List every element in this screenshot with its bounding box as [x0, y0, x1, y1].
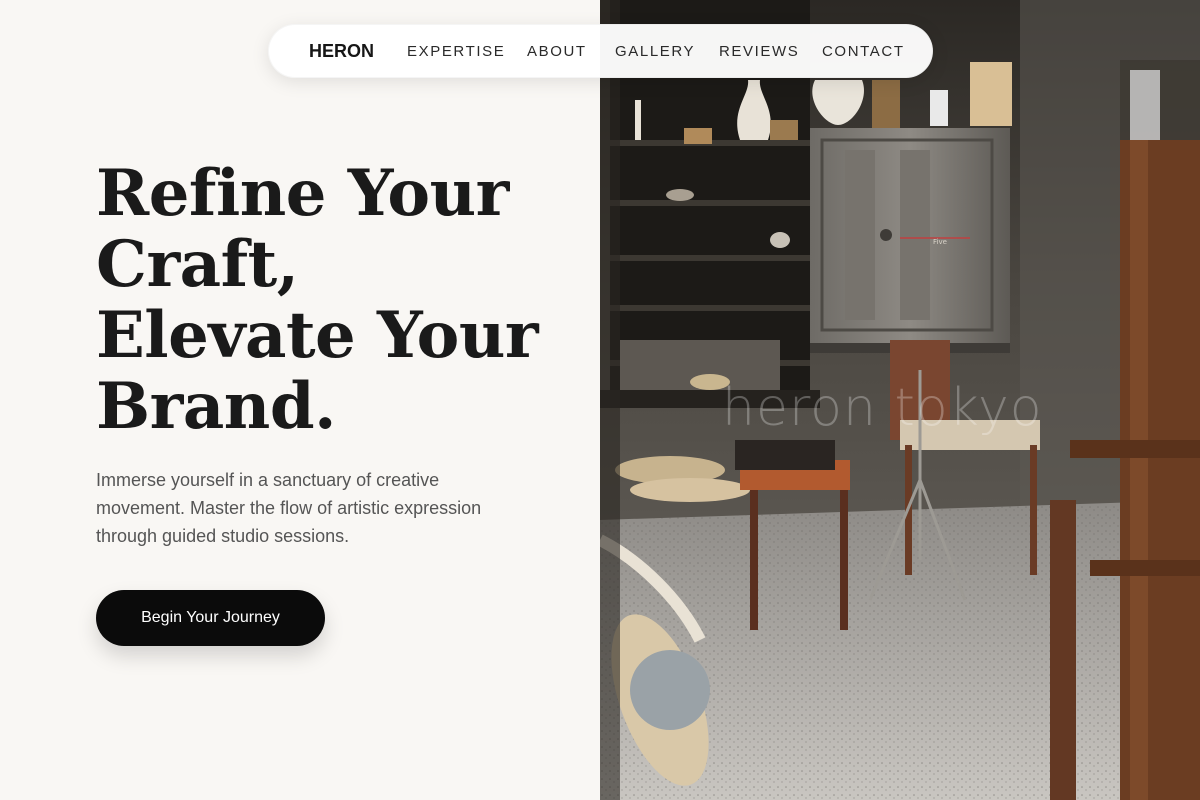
- nav-link-contact[interactable]: CONTACT: [822, 43, 905, 60]
- hero-subtitle: Immerse yourself in a sanctuary of creat…: [96, 470, 482, 546]
- hero-title-line: Craft,: [96, 227, 299, 302]
- watermark-text: heron tokyo: [722, 378, 1043, 438]
- top-navigation: HERON EXPERTISE ABOUT GALLERY REVIEWS CO…: [268, 24, 933, 78]
- hero-title: Refine Your Craft, Elevate Your Brand.: [96, 158, 576, 442]
- nav-link-gallery[interactable]: GALLERY: [615, 43, 695, 60]
- nav-link-reviews[interactable]: REVIEWS: [719, 43, 799, 60]
- studio-photo: Five heron tokyo: [600, 0, 1200, 800]
- hero-title-line: Brand.: [96, 369, 336, 444]
- hero-title-line: Refine Your: [96, 156, 509, 231]
- brand-logo[interactable]: HERON: [309, 41, 374, 62]
- hero-title-line: Elevate Your: [96, 298, 539, 373]
- nav-link-about[interactable]: ABOUT: [527, 43, 587, 60]
- nav-link-expertise[interactable]: EXPERTISE: [407, 43, 505, 60]
- kiln: Five: [810, 128, 1010, 353]
- begin-journey-button[interactable]: Begin Your Journey: [96, 590, 325, 646]
- kiln-label: Five: [933, 238, 947, 246]
